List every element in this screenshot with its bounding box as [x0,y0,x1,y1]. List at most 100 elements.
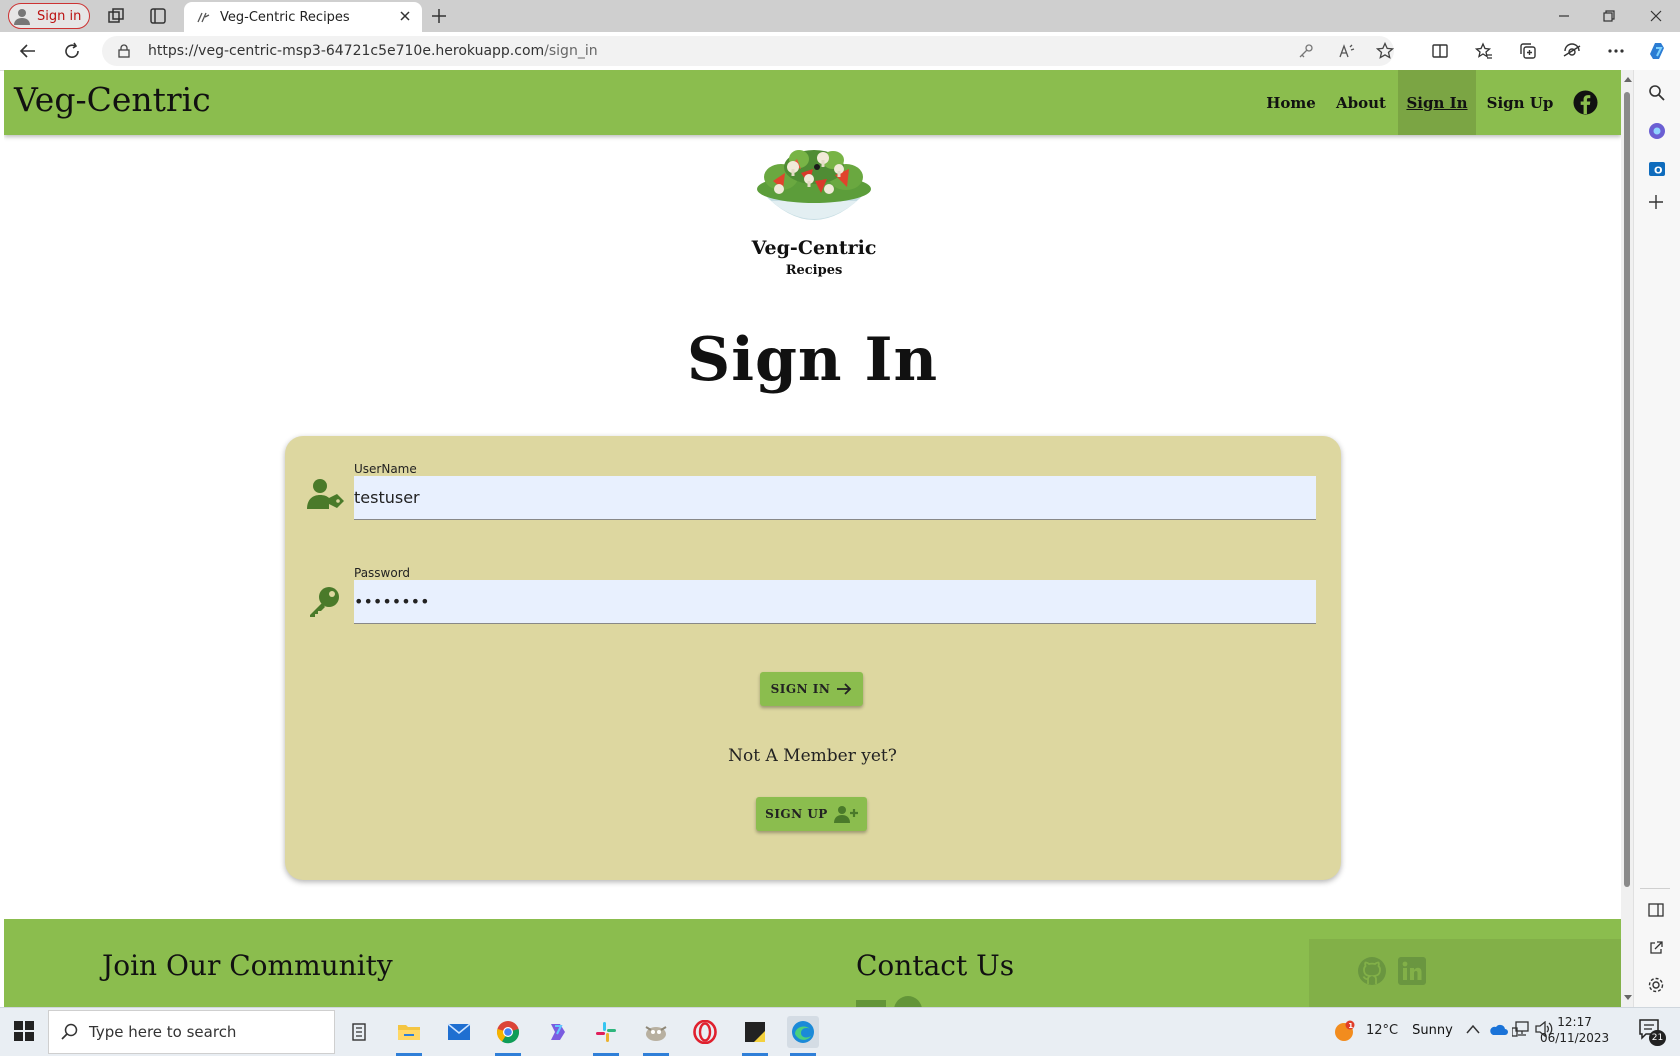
extensions-icon[interactable] [1558,37,1586,65]
favorite-star-icon[interactable] [1376,42,1394,60]
logo-name: Veg-Centric [751,237,877,259]
favorites-icon[interactable] [1470,37,1498,65]
sidebar-settings-icon[interactable] [1647,976,1665,994]
taskbar-search-icon [61,1023,79,1041]
onedrive-icon[interactable] [1488,1022,1508,1036]
page-scrollbar[interactable] [1621,70,1633,1007]
nav-sign-up[interactable]: Sign Up [1484,70,1556,135]
salad-bowl-logo [751,145,877,235]
password-value: •••••••• [354,592,430,611]
windows-start-icon[interactable] [14,1021,34,1041]
edge-icon[interactable] [787,1016,819,1048]
profile-label: Sign in [37,8,82,24]
svg-text:O: O [1654,166,1663,177]
copilot-icon[interactable] [1644,37,1672,65]
linkedin-icon[interactable] [1398,957,1426,985]
sidebar-add-icon[interactable] [1648,194,1664,210]
clock-time: 12:17 [1557,1015,1592,1029]
footer-social-panel [1309,939,1621,1007]
site-brand[interactable]: Veg-Centric [14,80,211,119]
username-input[interactable]: testuser [354,476,1316,520]
svg-text:1: 1 [1348,1022,1353,1030]
scroll-down-icon[interactable] [1624,995,1632,1001]
minimize-icon[interactable] [1550,2,1578,30]
new-tab-icon[interactable] [425,2,453,30]
scroll-thumb[interactable] [1624,92,1630,887]
nav-sign-in[interactable]: Sign In [1398,70,1476,135]
logo-block: Veg-Centric Recipes [704,145,924,285]
page-viewport: Veg-Centric Home About Sign In Sign Up V… [4,70,1621,1007]
slack-icon[interactable] [590,1016,622,1048]
copilot-app-icon[interactable] [541,1016,573,1048]
weather-sun-icon[interactable]: 1 [1334,1020,1356,1042]
sidebar-hide-icon[interactable] [1648,902,1664,918]
address-bar-row: https://veg-centric-msp3-64721c5e710e.he… [0,32,1680,71]
chrome-icon[interactable] [492,1016,524,1048]
browser-sidebar: O [1633,70,1680,1007]
sign-in-card: UserName testuser Password •••••••• SIGN… [285,436,1341,880]
url-field[interactable]: https://veg-centric-msp3-64721c5e710e.he… [102,36,1394,66]
logo-subtitle: Recipes [785,263,843,278]
split-screen-icon[interactable] [1426,37,1454,65]
close-tab-icon[interactable] [398,9,412,23]
taskbar-clock[interactable]: 12:17 06/11/2023 [1540,1014,1609,1046]
sign-in-button[interactable]: SIGN IN [760,672,863,706]
gimp-icon[interactable] [640,1016,672,1048]
site-footer: Join Our Community Contact Us [4,919,1621,1007]
not-member-text: Not A Member yet? [728,746,897,766]
opera-icon[interactable] [689,1016,721,1048]
clock-date: 06/11/2023 [1540,1031,1610,1045]
password-key-icon[interactable] [1298,43,1314,59]
workspaces-icon[interactable] [102,2,130,30]
github-icon[interactable] [1357,956,1387,986]
tab-actions-icon[interactable] [144,2,172,30]
notification-count: 21 [1649,1030,1666,1046]
sign-in-label: SIGN IN [770,682,831,696]
scroll-up-icon[interactable] [1624,76,1632,82]
nav-about[interactable]: About [1329,70,1393,135]
taskbar-search-box[interactable]: Type here to search [48,1010,335,1054]
url-main: https://veg-centric-msp3-64721c5e710e.he… [148,43,545,59]
network-icon[interactable] [1512,1021,1530,1037]
sign-up-label: SIGN UP [765,807,828,821]
refresh-icon[interactable] [58,37,86,65]
back-icon[interactable] [14,37,42,65]
taskbar-search-placeholder: Type here to search [89,1023,237,1041]
sticky-notes-icon[interactable] [739,1016,771,1048]
windows-taskbar: Type here to search 1 12°C Sunny 12:17 0… [0,1007,1680,1056]
sidebar-external-icon[interactable] [1648,940,1664,956]
task-view-icon[interactable] [344,1016,376,1048]
page-title: Sign In [686,325,939,395]
nav-home[interactable]: Home [1260,70,1322,135]
collections-icon[interactable] [1514,37,1542,65]
user-plus-icon [833,805,858,823]
tab-title: Veg-Centric Recipes [220,9,350,25]
password-input[interactable]: •••••••• [354,580,1316,624]
weather-text[interactable]: 12°C Sunny [1366,1023,1453,1038]
lock-icon[interactable] [118,44,130,58]
tab-veg-centric[interactable]: Veg-Centric Recipes [184,2,422,32]
close-window-icon[interactable] [1642,2,1670,30]
sidebar-outlook-icon[interactable]: O [1648,160,1666,178]
site-favicon-icon [196,10,210,24]
contact-icons-partial[interactable] [856,994,926,1007]
contact-us-heading: Contact Us [856,949,1015,982]
facebook-icon[interactable] [1573,90,1598,115]
tray-chevron-icon[interactable] [1466,1024,1480,1034]
restore-icon[interactable] [1595,2,1623,30]
profile-button[interactable]: Sign in [8,3,90,29]
notifications-icon[interactable]: 21 [1638,1018,1668,1046]
key-icon [307,586,341,618]
weather-desc: Sunny [1412,1023,1453,1038]
sidebar-search-icon[interactable] [1648,84,1666,102]
more-options-icon[interactable] [1602,37,1630,65]
user-tag-icon [307,478,345,510]
read-aloud-icon[interactable] [1338,43,1356,59]
sign-up-button[interactable]: SIGN UP [756,797,867,831]
sidebar-copilot-icon[interactable] [1648,122,1666,140]
file-explorer-icon[interactable] [393,1016,425,1048]
weather-temp: 12°C [1366,1023,1399,1038]
mail-icon[interactable] [443,1016,475,1048]
url-path: /sign_in [544,43,598,59]
profile-avatar-icon [13,7,31,25]
